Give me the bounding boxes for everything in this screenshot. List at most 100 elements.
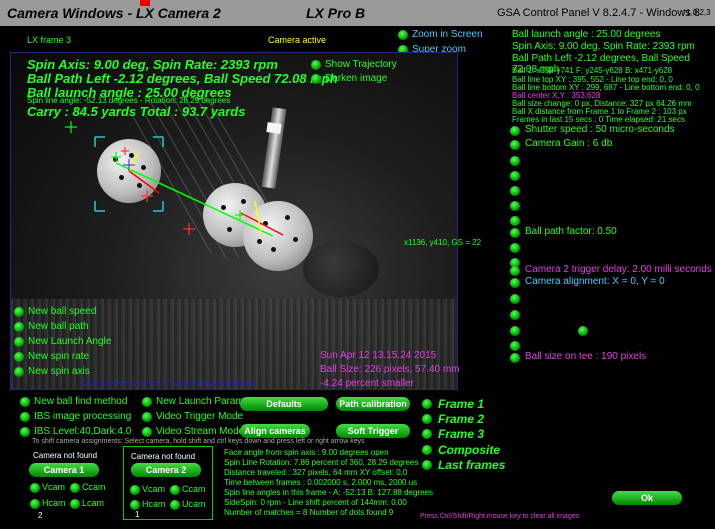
rp-dot-11[interactable] — [510, 266, 520, 276]
rp-dot-3[interactable] — [510, 156, 520, 166]
rp-launch-angle: Ball launch angle : 25.00 degrees — [512, 29, 661, 40]
show-trajectory-radio[interactable] — [311, 60, 321, 70]
frame-2-label[interactable]: Frame 2 — [438, 412, 484, 426]
camera-1-lcam-label[interactable]: Lcam — [82, 498, 104, 508]
camera-1-hcam-radio[interactable] — [30, 499, 40, 509]
new-launch-params-label[interactable]: New Launch Params — [156, 396, 249, 407]
ball-path-readout: Ball Path Left -2.12 degrees, Ball Speed… — [27, 71, 338, 86]
rp-dot-5[interactable] — [510, 186, 520, 196]
rp-dot-16[interactable] — [578, 326, 588, 336]
camera-status: Camera active — [268, 35, 327, 45]
new-spin-rate-label[interactable]: New spin rate — [28, 351, 89, 362]
camera-2-ccam-radio[interactable] — [170, 485, 180, 495]
frame-2-radio[interactable] — [422, 414, 432, 424]
rp-dot-12[interactable] — [510, 278, 520, 288]
rp-dot-2[interactable] — [510, 140, 520, 150]
info-time-between: Time between frames : 0.002000 s, 2.000 … — [224, 478, 418, 487]
darken-image-radio[interactable] — [311, 74, 321, 84]
camera-alignment[interactable]: Camera alignment: X = 0, Y = 0 — [525, 276, 665, 287]
soft-trigger-button[interactable]: Soft Trigger — [336, 424, 410, 438]
camera-1-ccam-label[interactable]: Ccam — [82, 482, 106, 492]
new-spin-axis-radio[interactable] — [14, 367, 24, 377]
camera-1-vcam-radio[interactable] — [30, 483, 40, 493]
camera-1-vcam-label[interactable]: Vcam — [42, 482, 65, 492]
rp-dot-17[interactable] — [510, 341, 520, 351]
rp-dot-1[interactable] — [510, 126, 520, 136]
camera-1-hcam-label[interactable]: Hcam — [42, 498, 66, 508]
camera-shift-hint: To shift camera assignments: Select came… — [32, 438, 365, 445]
rp-spin-axis: Spin Axis: 9.00 deg, Spin Rate: 2393 rpm — [512, 41, 695, 52]
new-launch-angle-label[interactable]: New Launch Angle — [28, 336, 111, 347]
new-spin-axis-label[interactable]: New spin axis — [28, 366, 90, 377]
new-launch-params-radio[interactable] — [142, 397, 152, 407]
ibs-level-radio[interactable] — [20, 427, 30, 437]
info-spin-angles: Spin line angles in this frame - A: -52.… — [224, 488, 434, 497]
new-spin-rate-radio[interactable] — [14, 352, 24, 362]
info-distance: Distance traveled : 327 pixels, 64 mm XY… — [224, 468, 408, 477]
ok-button[interactable]: Ok — [612, 491, 682, 505]
capture-timestamp: Sun Apr 12 13.15.24 2015 — [320, 350, 437, 361]
ibs-level-label[interactable]: IBS Level:40,Dark:4.0 — [34, 426, 131, 437]
new-ball-find-radio[interactable] — [20, 397, 30, 407]
rp-dot-8[interactable] — [510, 228, 520, 238]
coordinate-readout: x1136, y410, GS = 22 — [404, 238, 482, 247]
video-trigger-radio[interactable] — [142, 412, 152, 422]
camera-2-vcam-label[interactable]: Vcam — [142, 484, 165, 494]
ball-size-readout: Ball Size: 226 pixels, 57.40 mm — [320, 364, 460, 375]
camera-2-ucam-label[interactable]: Ucam — [182, 499, 206, 509]
shutter-speed[interactable]: Shutter speed : 50 micro-seconds — [525, 124, 675, 135]
darken-image-label[interactable]: Darken image — [325, 73, 387, 84]
info-matches: Number of matches = 8 Number of dots fou… — [224, 508, 394, 517]
camera-1-button[interactable]: Camera 1 — [29, 463, 99, 477]
rp-dot-9[interactable] — [510, 243, 520, 253]
composite-label[interactable]: Composite — [438, 443, 500, 457]
last-frames-label[interactable]: Last frames — [438, 458, 505, 472]
rp-dot-4[interactable] — [510, 171, 520, 181]
video-stream-label[interactable]: Video Stream Mode — [156, 426, 244, 437]
rp-dot-14[interactable] — [510, 310, 520, 320]
video-stream-radio[interactable] — [142, 427, 152, 437]
camera-2-ccam-label[interactable]: Ccam — [182, 484, 206, 494]
new-ball-speed-label[interactable]: New ball speed — [28, 306, 96, 317]
new-ball-find-label[interactable]: New ball find method — [34, 396, 127, 407]
ibs-processing-radio[interactable] — [20, 412, 30, 422]
frame-1-label[interactable]: Frame 1 — [438, 397, 484, 411]
zoom-in-screen-label[interactable]: Zoom in Screen — [412, 29, 483, 40]
camera-2-status: Camera not found — [131, 452, 196, 461]
ball-path-factor[interactable]: Ball path factor: 0.50 — [525, 226, 617, 237]
new-ball-speed-radio[interactable] — [14, 307, 24, 317]
zoom-in-screen-radio[interactable] — [398, 30, 408, 40]
frame-hint: Click on border to move - F7 to store im… — [82, 380, 255, 387]
frame-1-radio[interactable] — [422, 399, 432, 409]
path-calibration-button[interactable]: Path calibration — [336, 397, 410, 411]
last-frames-radio[interactable] — [422, 460, 432, 470]
show-trajectory-label[interactable]: Show Trajectory — [325, 59, 397, 70]
new-ball-path-radio[interactable] — [14, 322, 24, 332]
camera-2-vcam-radio[interactable] — [130, 485, 140, 495]
rp-dot-6[interactable] — [510, 201, 520, 211]
rp-dot-15[interactable] — [510, 326, 520, 336]
camera-1-ccam-radio[interactable] — [70, 483, 80, 493]
camera-2-button[interactable]: Camera 2 — [131, 463, 201, 477]
frame-3-radio[interactable] — [422, 429, 432, 439]
rp-dot-18[interactable] — [510, 353, 520, 363]
composite-radio[interactable] — [422, 445, 432, 455]
rp-dot-13[interactable] — [510, 294, 520, 304]
rp-dot-7[interactable] — [510, 216, 520, 226]
frame-3-label[interactable]: Frame 3 — [438, 427, 484, 441]
trigger-delay[interactable]: Camera 2 trigger delay: 2.00 milli secon… — [525, 264, 712, 275]
align-cameras-button[interactable]: Align cameras — [240, 424, 310, 438]
camera-gain[interactable]: Camera Gain : 6 db — [525, 138, 612, 149]
new-launch-angle-radio[interactable] — [14, 337, 24, 347]
camera-1-status: Camera not found — [33, 451, 98, 460]
camera-2-ucam-radio[interactable] — [170, 500, 180, 510]
camera-2-hcam-radio[interactable] — [130, 500, 140, 510]
percent-smaller-readout: -4.24 percent smaller — [320, 378, 414, 389]
carry-readout: Carry : 84.5 yards Total : 93.7 yards — [27, 104, 246, 119]
camera-1-lcam-radio[interactable] — [70, 499, 80, 509]
new-ball-path-label[interactable]: New ball path — [28, 321, 89, 332]
defaults-button[interactable]: Defaults — [240, 397, 328, 411]
camera-2-hcam-label[interactable]: Hcam — [142, 499, 166, 509]
ibs-processing-label[interactable]: IBS image processing — [34, 411, 131, 422]
video-trigger-label[interactable]: Video Trigger Mode — [156, 411, 243, 422]
